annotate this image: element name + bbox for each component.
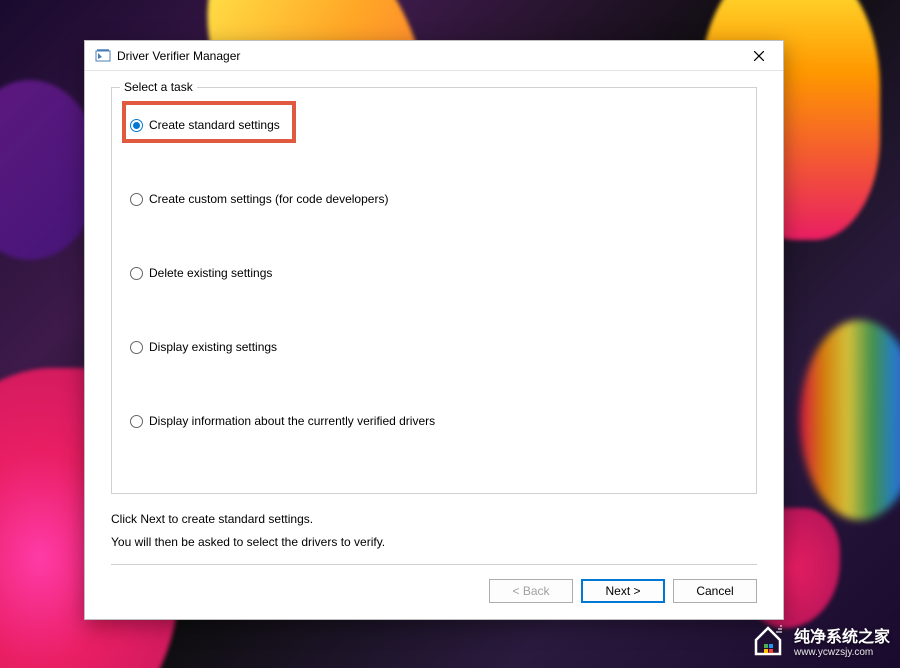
- radio-option-delete-existing[interactable]: Delete existing settings: [126, 258, 742, 288]
- dialog-content: Select a task Create standard settings C…: [85, 71, 783, 619]
- radio-icon: [130, 415, 143, 428]
- close-icon: [754, 51, 764, 61]
- radio-option-create-custom[interactable]: Create custom settings (for code develop…: [126, 184, 742, 214]
- close-button[interactable]: [739, 42, 779, 70]
- radio-label: Create custom settings (for code develop…: [149, 192, 388, 206]
- app-icon: [95, 48, 111, 64]
- watermark-url: www.ycwzsjy.com: [794, 647, 890, 658]
- driver-verifier-dialog: Driver Verifier Manager Select a task Cr…: [84, 40, 784, 620]
- back-button: < Back: [489, 579, 573, 603]
- instruction-text: Click Next to create standard settings. …: [111, 494, 757, 564]
- titlebar[interactable]: Driver Verifier Manager: [85, 41, 783, 71]
- radio-icon: [130, 193, 143, 206]
- radio-group: Create standard settings Create custom s…: [126, 106, 742, 436]
- radio-label: Create standard settings: [149, 118, 280, 132]
- cancel-button[interactable]: Cancel: [673, 579, 757, 603]
- radio-icon: [130, 267, 143, 280]
- radio-label: Delete existing settings: [149, 266, 272, 280]
- fieldset-legend: Select a task: [120, 80, 197, 94]
- wizard-buttons: < Back Next > Cancel: [111, 564, 757, 609]
- task-fieldset: Select a task Create standard settings C…: [111, 87, 757, 494]
- watermark-text: 纯净系统之家: [794, 623, 890, 647]
- next-button[interactable]: Next >: [581, 579, 665, 603]
- watermark-house-icon: [750, 622, 786, 658]
- instruction-line-2: You will then be asked to select the dri…: [111, 531, 757, 554]
- watermark: 纯净系统之家 www.ycwzsjy.com: [750, 622, 890, 658]
- window-title: Driver Verifier Manager: [117, 49, 739, 63]
- radio-icon: [130, 341, 143, 354]
- radio-icon: [130, 119, 143, 132]
- radio-label: Display existing settings: [149, 340, 277, 354]
- radio-label: Display information about the currently …: [149, 414, 435, 428]
- radio-option-display-existing[interactable]: Display existing settings: [126, 332, 742, 362]
- radio-option-display-info[interactable]: Display information about the currently …: [126, 406, 742, 436]
- instruction-line-1: Click Next to create standard settings.: [111, 508, 757, 531]
- radio-option-create-standard[interactable]: Create standard settings: [126, 110, 742, 140]
